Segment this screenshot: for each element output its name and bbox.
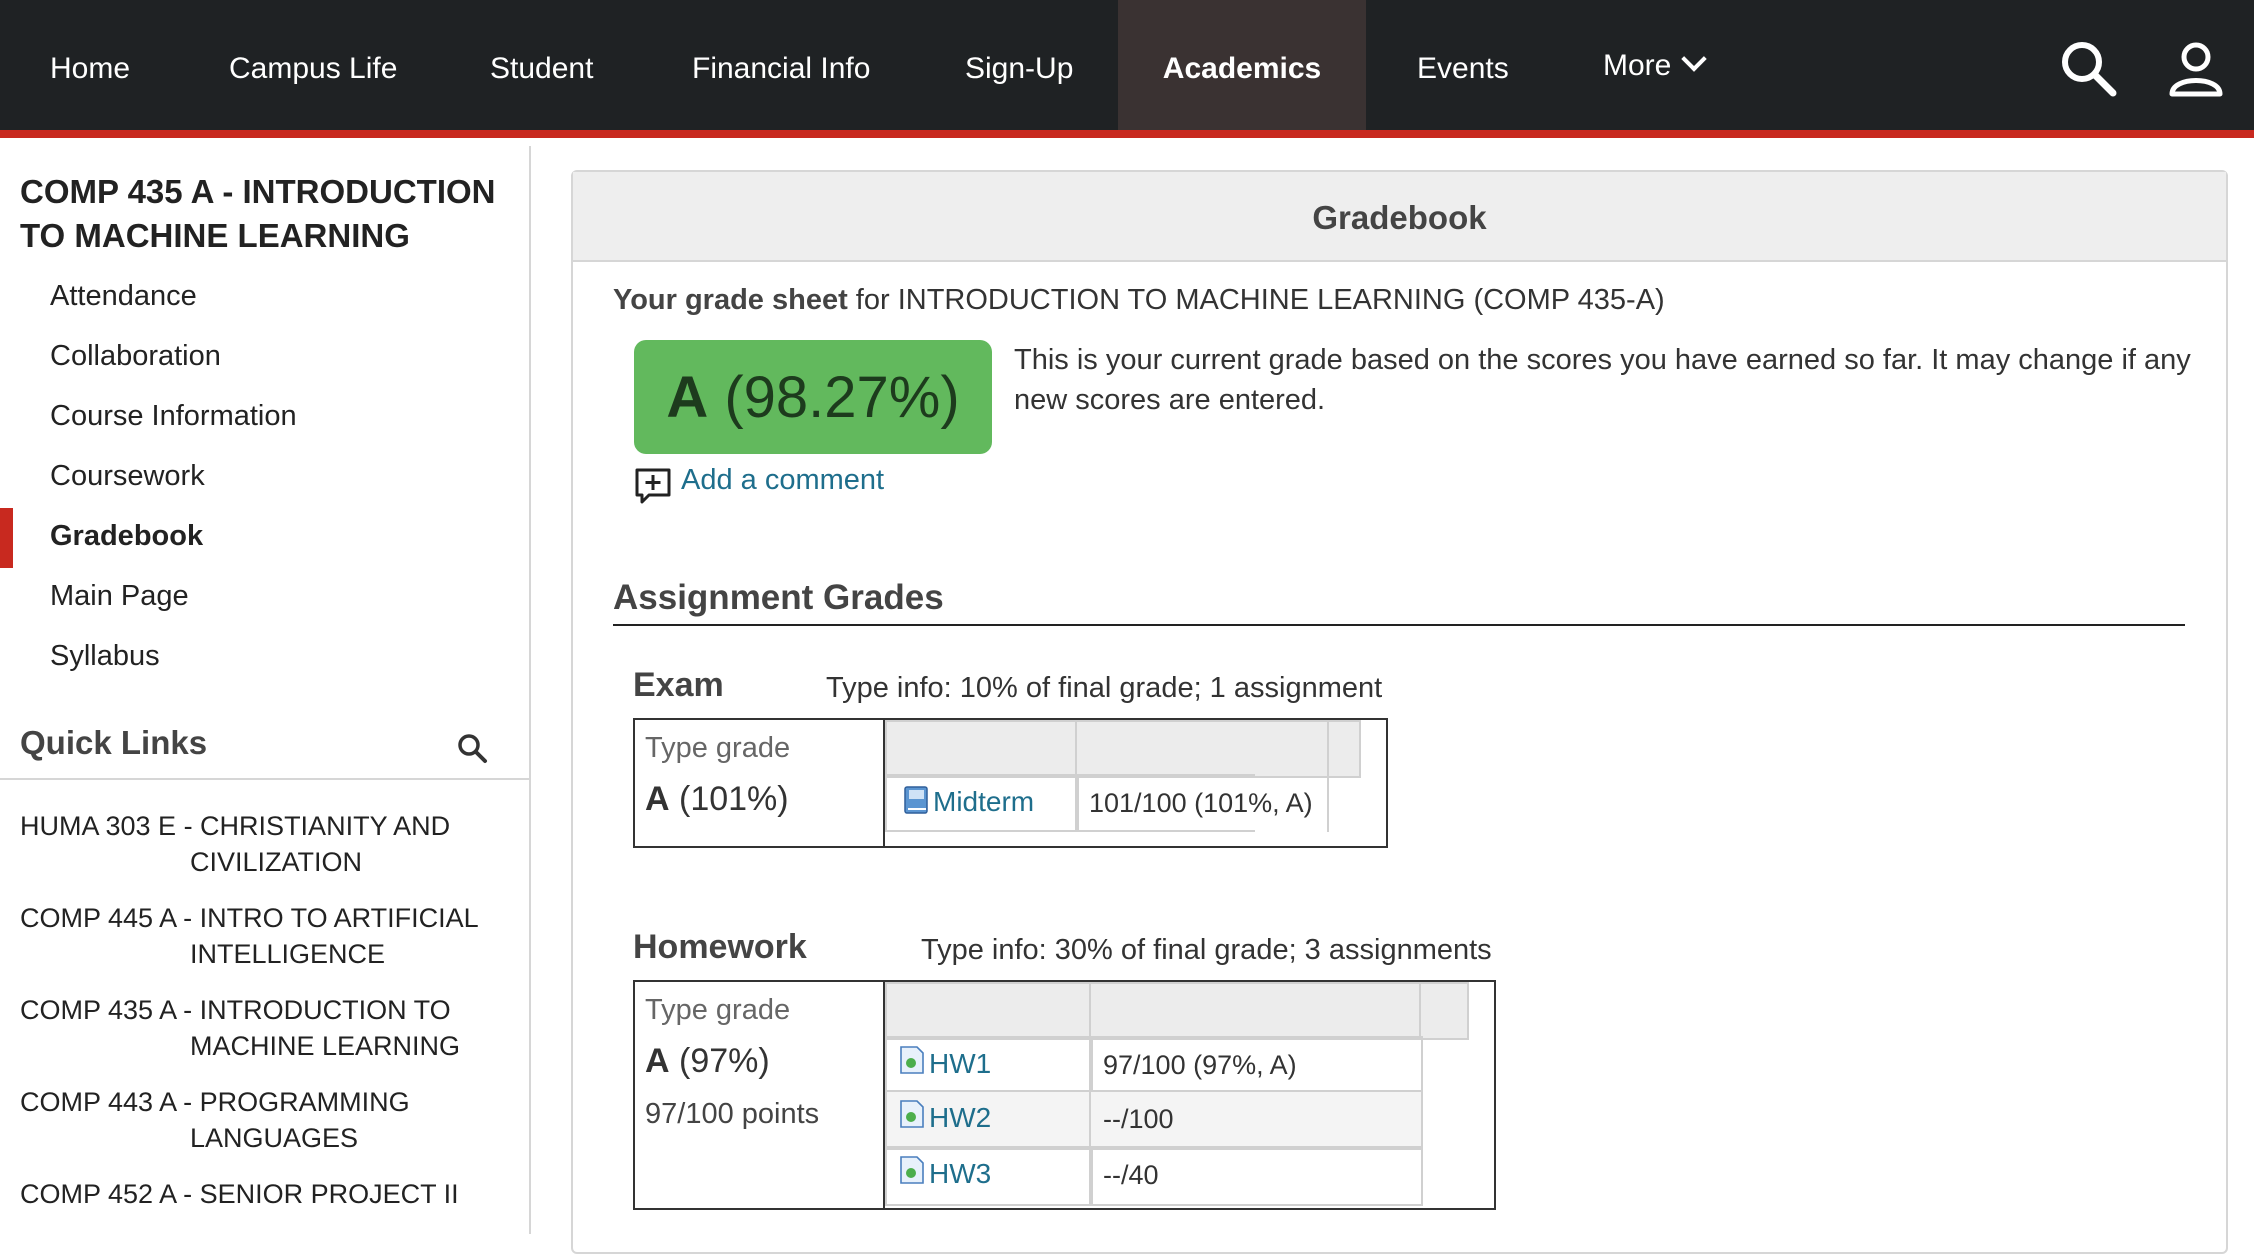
nav-more[interactable]: More — [1603, 0, 1708, 130]
nav-academics[interactable]: Academics — [1118, 0, 1366, 130]
assignment-link-hw3[interactable]: HW3 — [929, 1158, 991, 1190]
book-icon — [904, 786, 928, 814]
type-grade-label: Type grade — [645, 994, 791, 1026]
gradebook-panel: Gradebook Your grade sheet for INTRODUCT… — [571, 170, 2228, 1254]
panel-title: Gradebook — [573, 172, 2226, 262]
assignment-grades-title: Assignment Grades — [613, 578, 944, 617]
document-icon — [900, 1046, 924, 1074]
type-grade-letter: A — [645, 780, 670, 818]
quick-link-comp-452[interactable]: COMP 452 A - SENIOR PROJECT II — [20, 1176, 490, 1212]
table-row-hw1: HW1 — [885, 1036, 1093, 1094]
course-title: COMP 435 A - INTRODUCTION TO MACHINE LEA… — [20, 173, 496, 254]
search-icon[interactable] — [456, 732, 488, 764]
category-title-exam: Exam — [633, 666, 724, 704]
overall-grade-badge: A (98.27%) — [634, 340, 992, 454]
sidebar-item-attendance[interactable]: Attendance — [50, 280, 197, 313]
sidebar-item-collaboration[interactable]: Collaboration — [50, 340, 221, 373]
grade-sheet-bold: Your grade sheet — [613, 284, 848, 316]
category-table-homework: Type grade A (97%) 97/100 points HW1 97/… — [633, 980, 1496, 1210]
assignment-link-midterm[interactable]: Midterm — [933, 786, 1034, 818]
score-text: 97/100 (97%, A) — [1103, 1050, 1297, 1080]
assignment-link-hw2[interactable]: HW2 — [929, 1102, 991, 1134]
score-text: 101/100 (101%, A) — [1089, 788, 1313, 818]
grade-sheet-heading: Your grade sheet for INTRODUCTION TO MAC… — [613, 284, 1665, 317]
type-grade-value: A (101%) — [645, 780, 789, 819]
assignment-table: Midterm 101/100 (101%, A) — [883, 720, 1388, 846]
sidebar-item-main-page[interactable]: Main Page — [50, 580, 189, 613]
assignment-score-hw2: --/100 — [1089, 1090, 1423, 1150]
nav-events[interactable]: Events — [1417, 0, 1509, 130]
sidebar-item-syllabus[interactable]: Syllabus — [50, 640, 160, 673]
quick-link-comp-435[interactable]: COMP 435 A - INTRODUCTION TO MACHINE LEA… — [20, 992, 490, 1064]
table-row-midterm: Midterm — [885, 774, 1079, 832]
grade-note: This is your current grade based on the … — [1014, 344, 2191, 416]
table-header-cell — [885, 720, 1079, 778]
sidebar-item-course-information[interactable]: Course Information — [50, 400, 297, 433]
assignment-score-hw3: --/40 — [1089, 1146, 1423, 1206]
category-table-exam: Type grade A (101%) Midterm 101/100 (101… — [633, 718, 1388, 848]
nav-more-label: More — [1603, 49, 1672, 82]
category-info-exam: Type info: 10% of final grade; 1 assignm… — [826, 672, 1383, 704]
nav-home[interactable]: Home — [50, 0, 130, 130]
add-comment-link[interactable]: Add a comment — [681, 464, 884, 497]
search-icon[interactable] — [2058, 38, 2118, 98]
type-grade-label: Type grade — [645, 732, 791, 764]
user-icon[interactable] — [2168, 40, 2224, 98]
assignment-link-hw1[interactable]: HW1 — [929, 1048, 991, 1080]
add-comment-icon[interactable] — [635, 468, 671, 504]
type-grade-value: A (97%) — [645, 1042, 770, 1081]
overall-grade-letter: A — [666, 365, 709, 430]
type-grade-letter: A — [645, 1042, 670, 1080]
top-nav: Home Campus Life Student Financial Info … — [0, 0, 2254, 138]
document-icon — [900, 1100, 924, 1128]
nav-financial-info[interactable]: Financial Info — [692, 0, 870, 130]
nav-campus-life[interactable]: Campus Life — [229, 0, 397, 130]
nav-student[interactable]: Student — [490, 0, 593, 130]
table-row-hw2: HW2 — [885, 1090, 1093, 1150]
score-text: --/100 — [1103, 1104, 1174, 1134]
quick-link-comp-445[interactable]: COMP 445 A - INTRO TO ARTIFICIAL INTELLI… — [20, 900, 490, 972]
divider — [613, 624, 2185, 626]
table-header-cell — [1327, 720, 1361, 778]
active-indicator — [0, 508, 13, 568]
sidebar-item-gradebook[interactable]: Gradebook — [50, 520, 203, 553]
table-header-cell — [1089, 982, 1423, 1040]
type-grade-points: 97/100 points — [645, 1098, 820, 1130]
category-title-homework: Homework — [633, 928, 807, 966]
sidebar: COMP 435 A - INTRODUCTION TO MACHINE LEA… — [0, 146, 531, 1234]
overall-grade-percent: (98.27%) — [708, 365, 960, 430]
quick-link-comp-443[interactable]: COMP 443 A - PROGRAMMING LANGUAGES — [20, 1084, 490, 1156]
table-header-cell — [885, 982, 1093, 1040]
document-icon — [900, 1156, 924, 1184]
type-grade-percent: (101%) — [669, 780, 789, 818]
grade-sheet-course: for INTRODUCTION TO MACHINE LEARNING (CO… — [847, 284, 1665, 316]
score-text: --/40 — [1103, 1160, 1159, 1190]
assignment-score-midterm: 101/100 (101%, A) — [1075, 774, 1313, 832]
table-cell-divider — [1327, 774, 1329, 832]
sidebar-item-coursework[interactable]: Coursework — [50, 460, 205, 493]
table-header-cell — [1419, 982, 1469, 1040]
category-info-homework: Type info: 30% of final grade; 3 assignm… — [921, 934, 1492, 966]
assignment-score-hw1: 97/100 (97%, A) — [1089, 1036, 1423, 1094]
type-grade-percent: (97%) — [669, 1042, 770, 1080]
table-row-hw3: HW3 — [885, 1146, 1093, 1206]
divider — [0, 778, 529, 780]
quick-links-title: Quick Links — [20, 724, 208, 761]
quick-link-huma-303[interactable]: HUMA 303 E - CHRISTIANITY AND CIVILIZATI… — [20, 808, 490, 880]
nav-sign-up[interactable]: Sign-Up — [965, 0, 1073, 130]
table-header-cell — [1075, 720, 1331, 778]
chevron-down-icon — [1681, 46, 1708, 72]
assignment-table: HW1 97/100 (97%, A) HW2 --/100 HW3 --/40 — [883, 982, 1496, 1208]
